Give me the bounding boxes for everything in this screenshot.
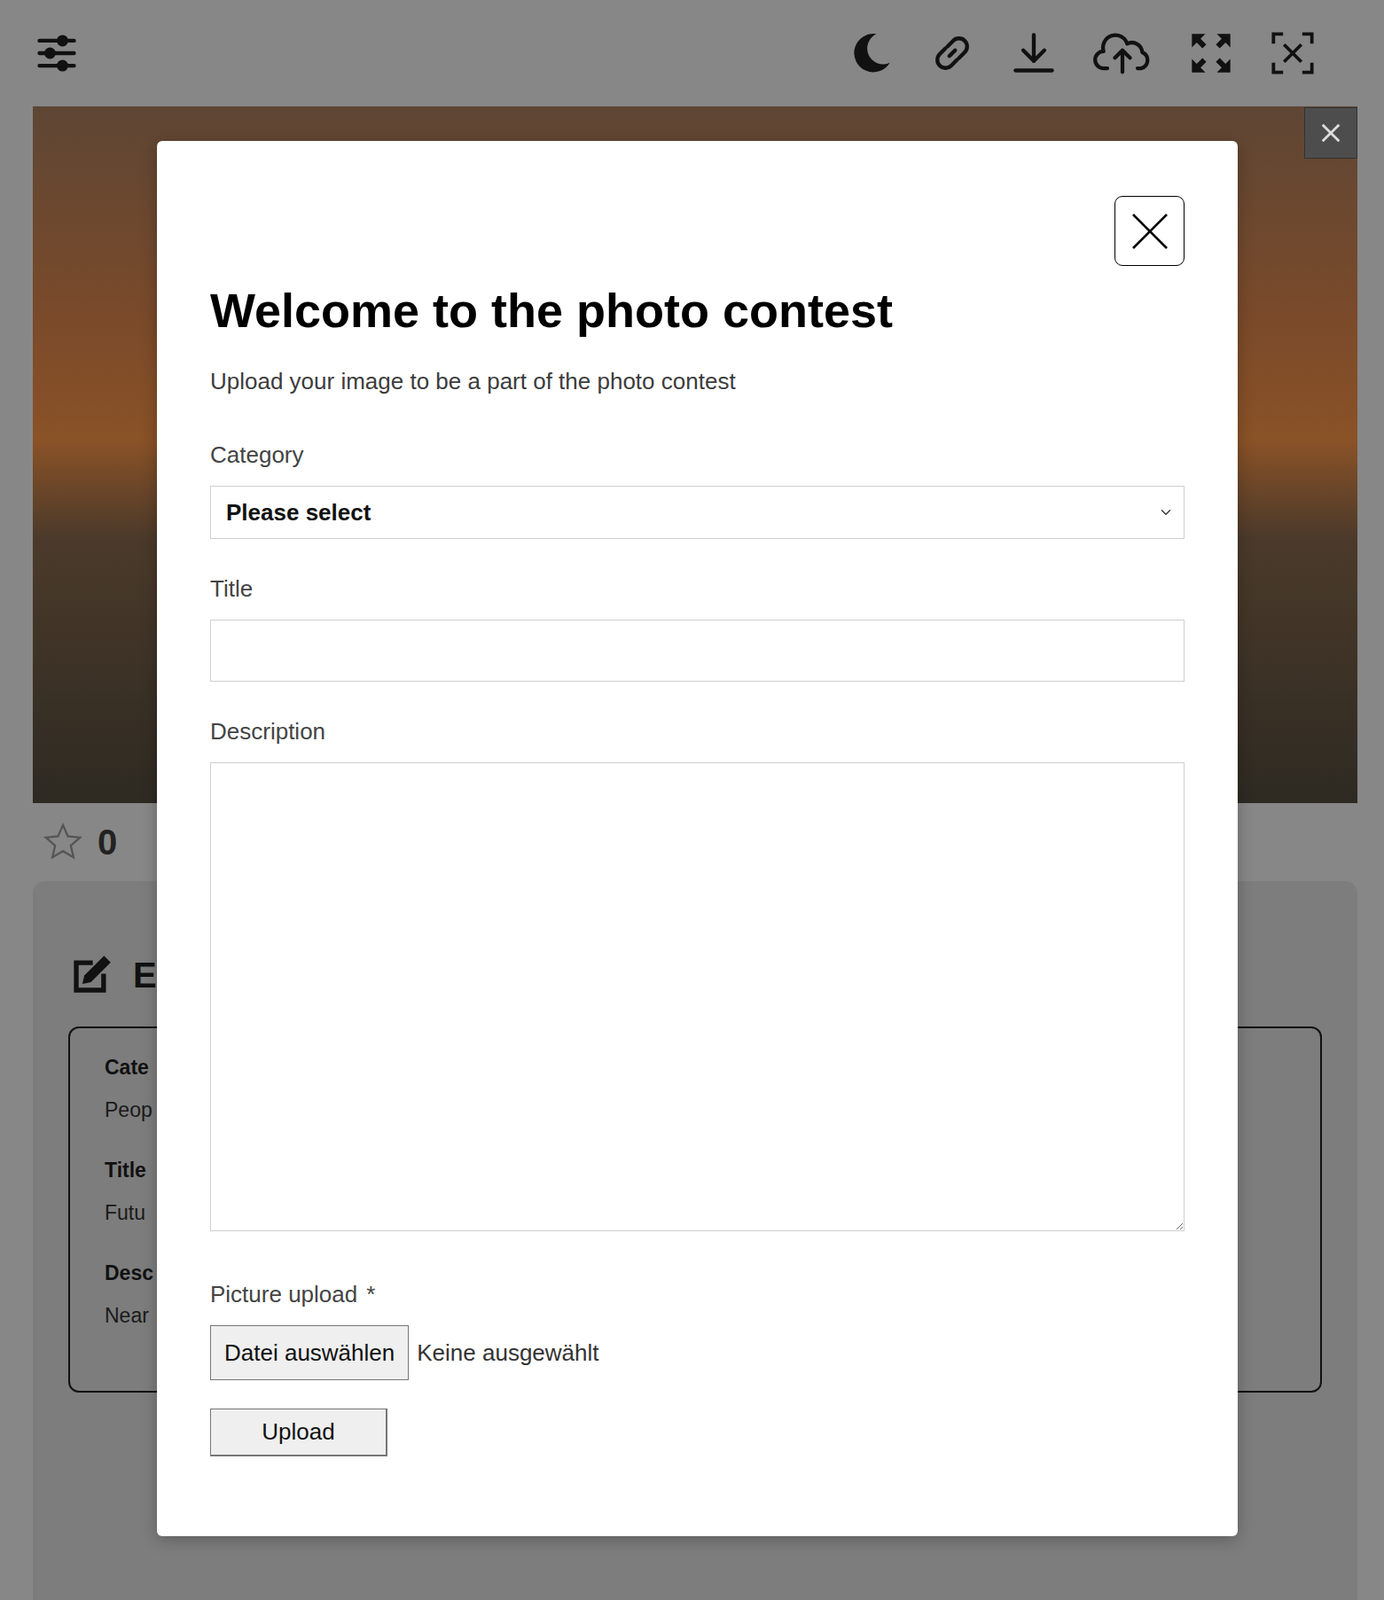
edit-icon: [68, 953, 114, 999]
field-label-text: Category: [210, 441, 305, 469]
form-field: Category Please select: [210, 439, 1185, 540]
field-label: Description: [210, 716, 1185, 747]
star-icon[interactable]: [42, 821, 84, 863]
upload-form: Category Please select Title Description Pic…: [210, 439, 1185, 1457]
toolbar-actions: [847, 30, 1316, 77]
rating-count: 0: [97, 815, 118, 869]
category-select[interactable]: Please select: [210, 485, 1185, 540]
dialog-title: Welcome to the photo contest: [210, 281, 1185, 340]
form-field: Description: [210, 716, 1185, 1232]
field-label: Title: [210, 573, 1185, 604]
settings-icon[interactable]: [33, 30, 80, 77]
entry-heading: E: [132, 948, 157, 1002]
field-label-text: Picture upload: [210, 1281, 358, 1308]
field-label-text: Description: [210, 718, 326, 745]
upload-dialog: Welcome to the photo contest Upload your…: [156, 140, 1238, 1537]
dialog-subtitle: Upload your image to be a part of the ph…: [210, 366, 1185, 397]
cloud-upload-icon[interactable]: [1092, 30, 1153, 77]
form-field: Picture upload * Datei auswählenKeine ausg…: [210, 1279, 1185, 1381]
moon-icon[interactable]: [847, 30, 894, 77]
fullscreen-icon[interactable]: [1188, 30, 1235, 77]
file-picker: Datei auswählenKeine ausgewählt: [210, 1325, 1185, 1381]
close-icon[interactable]: [1114, 195, 1185, 266]
choose-file-button[interactable]: Datei auswählen: [210, 1325, 409, 1381]
field-label: Category: [210, 439, 1185, 470]
field-label: Picture upload *: [210, 1279, 1185, 1310]
description-textarea[interactable]: [210, 762, 1185, 1232]
file-status: Keine ausgewählt: [416, 1336, 599, 1371]
download-icon[interactable]: [1010, 30, 1057, 77]
required-mark: *: [366, 1281, 376, 1308]
title-input[interactable]: [210, 619, 1185, 682]
form-field: Title: [210, 573, 1185, 682]
field-label-text: Title: [210, 575, 253, 603]
exit-fullscreen-icon[interactable]: [1269, 30, 1316, 77]
upload-button[interactable]: Upload: [210, 1408, 388, 1457]
link-icon[interactable]: [929, 30, 976, 77]
toolbar: [0, 0, 1384, 107]
photo-close-icon[interactable]: [1304, 107, 1358, 159]
